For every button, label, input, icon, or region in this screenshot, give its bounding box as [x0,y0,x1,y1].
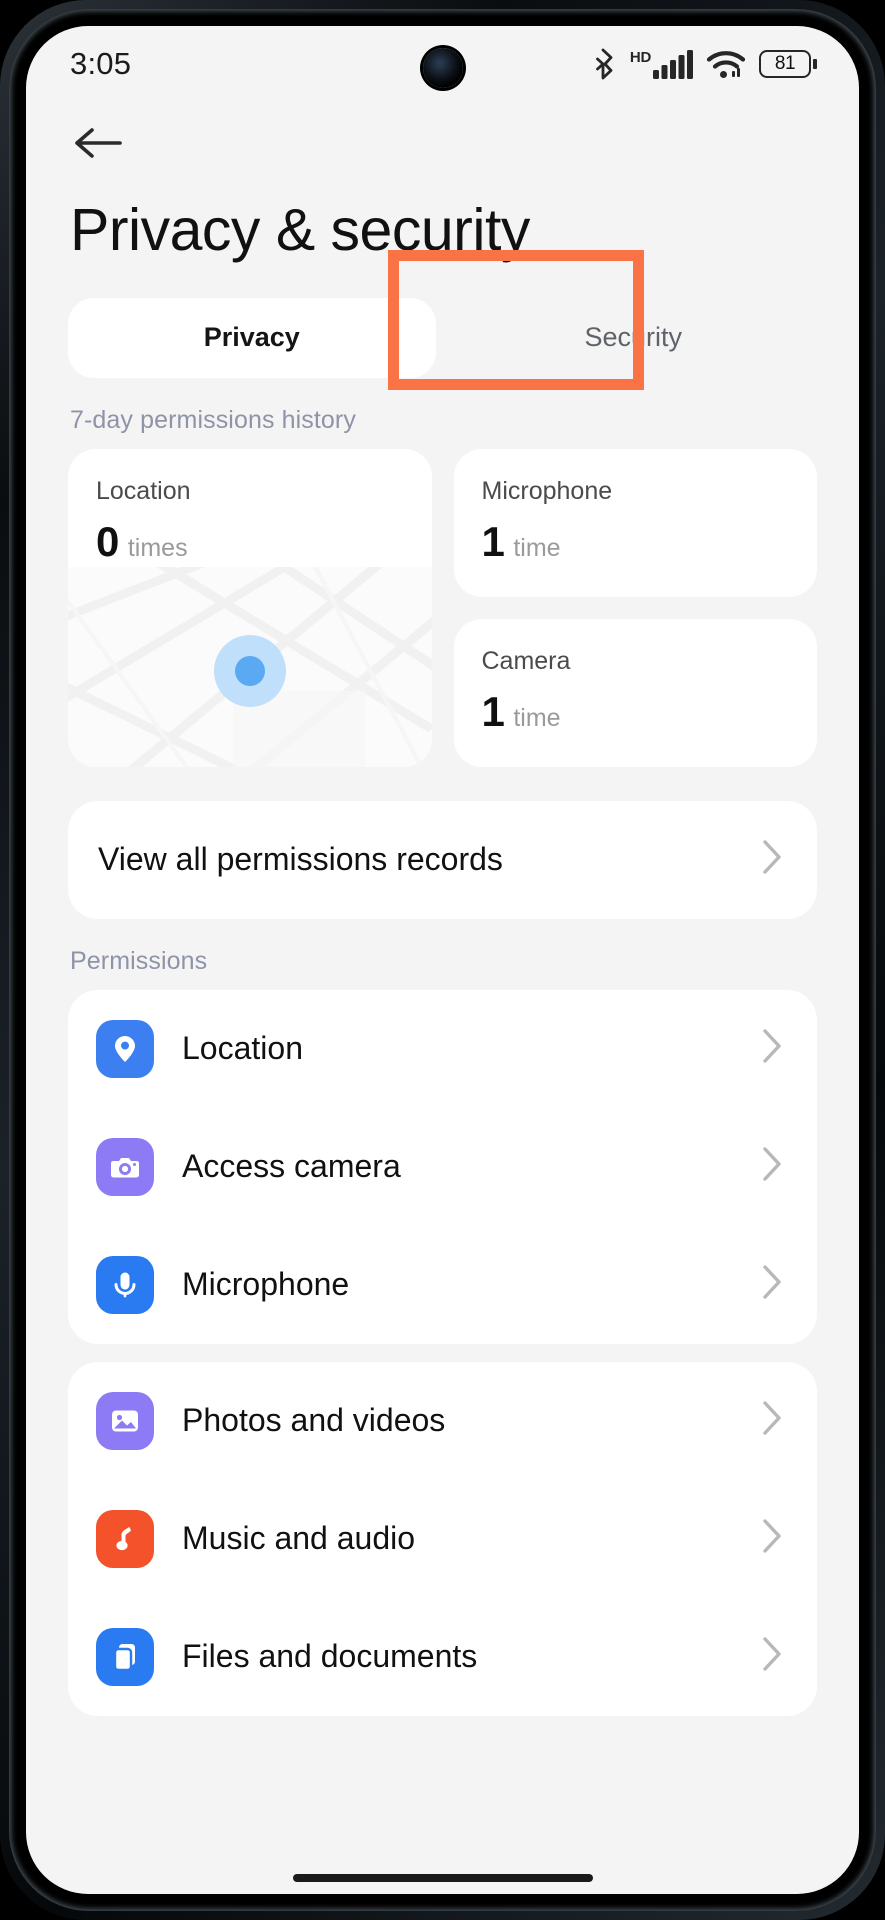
bottom-fade [26,1848,859,1894]
battery-level-label: 81 [774,53,796,74]
hd-signal-group: HD [630,49,693,79]
home-indicator[interactable] [292,1874,593,1882]
phone-frame: 3:05 HD 81 Privacy & security Privacy Se… [0,0,885,1920]
history-card-title: Microphone [481,476,613,505]
permissions-group-1: Location Access camera Microphone [68,989,817,1344]
wifi-icon [706,49,746,79]
permission-row-location[interactable]: Location [68,990,817,1108]
history-card-title: Location [96,476,191,505]
status-bar-icons: HD 81 [593,48,817,80]
phone-screen: 3:05 HD 81 Privacy & security Privacy Se… [26,26,859,1894]
permission-row-photos-and-videos[interactable]: Photos and videos [68,1362,817,1480]
camera-icon [96,1137,154,1196]
status-bar: 3:05 HD 81 [26,26,859,102]
view-all-permissions-records-label: View all permissions records [98,841,503,878]
history-card-microphone[interactable]: Microphone 1 time [453,448,818,597]
front-camera-punch-hole [422,48,463,88]
permissions-section-label: Permissions [70,946,208,975]
history-card-number: 1 [481,687,505,735]
history-card-location[interactable]: Location 0 times [68,448,432,767]
map-location-dot [234,655,265,686]
history-card-number: 0 [96,517,119,565]
chevron-right-icon [761,1027,783,1070]
location-pin-icon [96,1019,154,1078]
battery-icon: 81 [759,50,817,78]
permission-row-access-camera[interactable]: Access camera [68,1108,817,1226]
photo-icon [96,1391,154,1450]
map-thumbnail [68,566,432,767]
tab-bar: Privacy Security [26,262,859,378]
history-card-unit: times [127,533,188,562]
history-card-number: 1 [481,517,505,565]
signal-icon [653,50,693,79]
tab-security[interactable]: Security [450,298,818,378]
microphone-icon [96,1255,154,1314]
history-section-label: 7-day permissions history [70,405,356,434]
hd-icon: HD [629,49,651,66]
history-card-count: 1 time [482,518,818,566]
chevron-right-icon [761,838,783,881]
history-column-right: Microphone 1 time Camera 1 time [453,448,818,767]
tab-privacy[interactable]: Privacy [68,297,436,378]
history-card-count: 0 times [96,518,432,566]
status-bar-clock: 3:05 [70,46,132,81]
history-card-unit: time [513,533,561,562]
permission-label: Music and audio [182,1520,416,1557]
history-column-left: Location 0 times [68,448,432,767]
chevron-right-icon [761,1635,783,1678]
back-button[interactable] [26,102,859,162]
permission-row-files-and-documents[interactable]: Files and documents [68,1598,817,1716]
permission-row-microphone[interactable]: Microphone [68,1226,817,1344]
view-all-permissions-records-row[interactable]: View all permissions records [68,800,817,919]
bluetooth-icon [593,48,617,80]
permission-label: Microphone [182,1266,350,1303]
permission-label: Photos and videos [182,1402,446,1439]
permission-row-music-and-audio[interactable]: Music and audio [68,1480,817,1598]
permission-label: Location [182,1030,303,1067]
page-title: Privacy & security [70,197,530,263]
history-card-unit: time [513,703,561,732]
chevron-right-icon [761,1399,783,1442]
permissions-group-2: Photos and videos Music and audio Files … [68,1361,817,1716]
history-card-count: 1 time [482,688,818,736]
permission-label: Files and documents [182,1638,478,1675]
permission-label: Access camera [182,1148,401,1185]
back-arrow-icon [75,128,122,158]
history-card-camera[interactable]: Camera 1 time [453,618,818,767]
music-note-icon [96,1509,154,1568]
chevron-right-icon [761,1263,783,1306]
chevron-right-icon [761,1145,783,1188]
history-cards-grid: Location 0 times Microphone 1 time Camer… [26,448,859,767]
chevron-right-icon [761,1517,783,1560]
files-icon [96,1627,154,1686]
page-content: Privacy & security Privacy Security 7-da… [26,102,859,1894]
history-card-title: Camera [481,646,571,675]
